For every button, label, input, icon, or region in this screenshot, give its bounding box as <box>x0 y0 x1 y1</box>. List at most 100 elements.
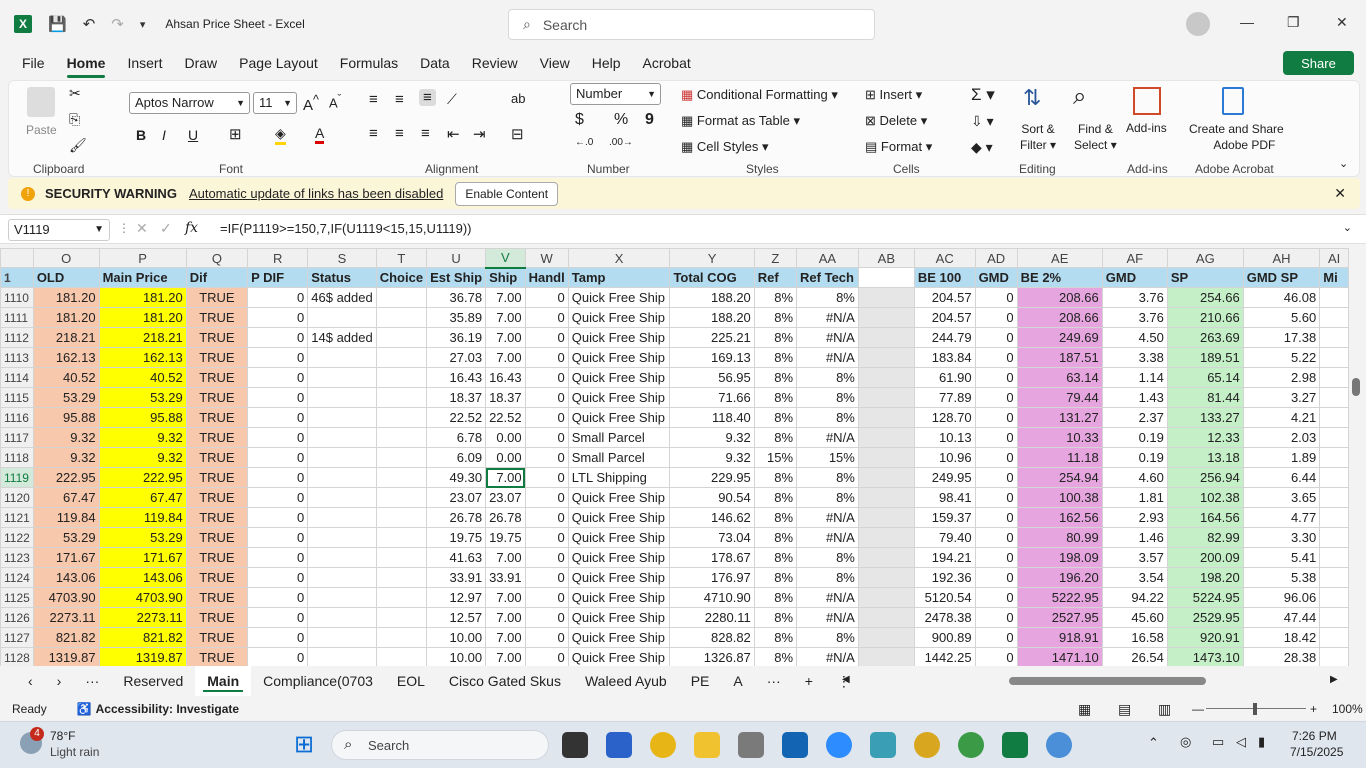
table-cell[interactable] <box>307 467 377 488</box>
table-cell[interactable]: 47.44 <box>1242 607 1321 628</box>
table-cell[interactable]: 918.91 <box>1016 627 1103 648</box>
table-cell[interactable]: 0 <box>524 287 569 308</box>
table-cell[interactable]: 9.32 <box>32 447 100 468</box>
table-cell[interactable]: 7.00 <box>485 287 526 308</box>
table-cell[interactable]: 7.00 <box>485 587 526 608</box>
app-icon[interactable] <box>870 732 896 758</box>
decrease-indent-icon[interactable]: ⇤ <box>447 125 460 143</box>
table-cell[interactable]: 35.89 <box>426 307 487 328</box>
table-cell[interactable]: 0 <box>524 487 569 508</box>
chrome-profile-icon[interactable] <box>914 732 940 758</box>
table-cell[interactable]: 8% <box>753 407 798 428</box>
table-cell[interactable]: 254.94 <box>1016 467 1103 488</box>
header-cell[interactable]: Est Ship <box>426 267 487 288</box>
column-header[interactable]: T <box>375 248 428 268</box>
redo-icon[interactable]: ↷ <box>111 15 124 33</box>
table-cell[interactable]: #N/A <box>796 647 859 666</box>
table-cell[interactable]: 0 <box>974 627 1018 648</box>
table-cell[interactable] <box>857 607 915 628</box>
table-cell[interactable]: 8% <box>796 387 859 408</box>
currency-button[interactable]: $ <box>575 111 584 129</box>
expand-formula-icon[interactable]: ⌄ <box>1343 221 1352 234</box>
table-cell[interactable]: 208.66 <box>1016 307 1103 328</box>
page-layout-view-icon[interactable]: ▤ <box>1118 701 1131 718</box>
table-cell[interactable]: 9.32 <box>32 427 100 448</box>
table-cell[interactable]: 198.20 <box>1166 567 1244 588</box>
align-bottom-icon[interactable]: ≡ <box>419 89 436 106</box>
column-header[interactable]: AI <box>1319 248 1349 268</box>
table-cell[interactable]: 1.43 <box>1101 387 1168 408</box>
header-cell[interactable]: Ref Tech <box>796 267 859 288</box>
table-cell[interactable]: 26.54 <box>1101 647 1168 666</box>
row-number[interactable]: 1128 <box>0 647 34 666</box>
table-cell[interactable]: 183.84 <box>913 347 976 368</box>
table-cell[interactable] <box>1319 467 1349 488</box>
close-icon[interactable]: ✕ <box>1334 185 1346 202</box>
copy-icon[interactable]: ⎘ <box>69 111 80 128</box>
table-cell[interactable] <box>1319 607 1349 628</box>
page-break-view-icon[interactable]: ▥ <box>1158 701 1171 718</box>
table-cell[interactable]: 176.97 <box>669 567 755 588</box>
table-cell[interactable]: 0 <box>524 567 569 588</box>
table-cell[interactable]: 23.07 <box>485 487 526 508</box>
table-cell[interactable]: 119.84 <box>98 507 187 528</box>
table-cell[interactable]: 65.14 <box>1166 367 1244 388</box>
table-cell[interactable]: 10.00 <box>426 627 487 648</box>
number-format-select[interactable]: Number ▼ <box>570 83 661 105</box>
tab-scroll-left-icon[interactable]: ‹ <box>16 666 45 696</box>
table-cell[interactable]: #N/A <box>796 427 859 448</box>
table-cell[interactable]: 2280.11 <box>669 607 755 628</box>
table-cell[interactable]: 17.38 <box>1242 327 1321 348</box>
table-cell[interactable]: 8% <box>796 287 859 308</box>
taskbar-search[interactable]: ⌕ Search <box>331 730 549 760</box>
table-cell[interactable] <box>857 447 915 468</box>
table-cell[interactable] <box>375 347 428 368</box>
table-cell[interactable]: 7.00 <box>485 607 526 628</box>
table-cell[interactable]: 143.06 <box>32 567 100 588</box>
table-cell[interactable] <box>307 447 377 468</box>
table-cell[interactable] <box>1319 547 1349 568</box>
table-cell[interactable]: 8% <box>796 567 859 588</box>
table-cell[interactable]: 8% <box>753 387 798 408</box>
header-cell[interactable]: BE 2% <box>1016 267 1103 288</box>
chrome-profile-icon[interactable] <box>1046 732 1072 758</box>
table-cell[interactable]: 3.76 <box>1101 287 1168 308</box>
row-number[interactable]: 1 <box>0 267 34 288</box>
table-cell[interactable]: 1319.87 <box>98 647 187 666</box>
table-cell[interactable]: 45.60 <box>1101 607 1168 628</box>
table-cell[interactable]: 71.66 <box>669 387 755 408</box>
table-cell[interactable] <box>1319 567 1349 588</box>
row-number[interactable]: 1125 <box>0 587 34 608</box>
table-cell[interactable]: TRUE <box>185 587 249 608</box>
table-cell[interactable]: 8% <box>753 547 798 568</box>
volume-icon[interactable]: ◁ <box>1236 734 1246 750</box>
table-cell[interactable]: Quick Free Ship <box>567 347 671 368</box>
table-cell[interactable]: 0 <box>974 367 1018 388</box>
table-cell[interactable]: 96.06 <box>1242 587 1321 608</box>
vertical-scroll-thumb[interactable] <box>1352 378 1360 396</box>
table-cell[interactable]: 0 <box>524 387 569 408</box>
table-cell[interactable]: 6.78 <box>426 427 487 448</box>
zoom-app-icon[interactable] <box>826 732 852 758</box>
decrease-font-icon[interactable]: Aˇ <box>329 93 341 110</box>
table-cell[interactable] <box>375 627 428 648</box>
table-cell[interactable]: 33.91 <box>426 567 487 588</box>
table-cell[interactable]: 0 <box>974 547 1018 568</box>
save-icon[interactable]: 💾 <box>48 15 67 33</box>
table-cell[interactable]: 8% <box>753 307 798 328</box>
table-cell[interactable] <box>375 487 428 508</box>
header-cell[interactable] <box>857 267 915 288</box>
table-cell[interactable]: 0 <box>524 587 569 608</box>
table-cell[interactable] <box>1319 647 1349 666</box>
more-icon[interactable]: ⋮ <box>118 221 130 235</box>
table-cell[interactable]: 0 <box>247 307 309 328</box>
add-ins-button[interactable]: Add-ins <box>1126 121 1167 135</box>
table-cell[interactable]: 4.21 <box>1242 407 1321 428</box>
table-cell[interactable] <box>307 307 377 328</box>
table-cell[interactable]: 8% <box>753 587 798 608</box>
table-cell[interactable]: 4703.90 <box>32 587 100 608</box>
fill-icon[interactable]: ⇩ ▾ <box>971 113 994 130</box>
table-cell[interactable]: 3.38 <box>1101 347 1168 368</box>
table-cell[interactable]: TRUE <box>185 527 249 548</box>
table-cell[interactable]: 143.06 <box>98 567 187 588</box>
